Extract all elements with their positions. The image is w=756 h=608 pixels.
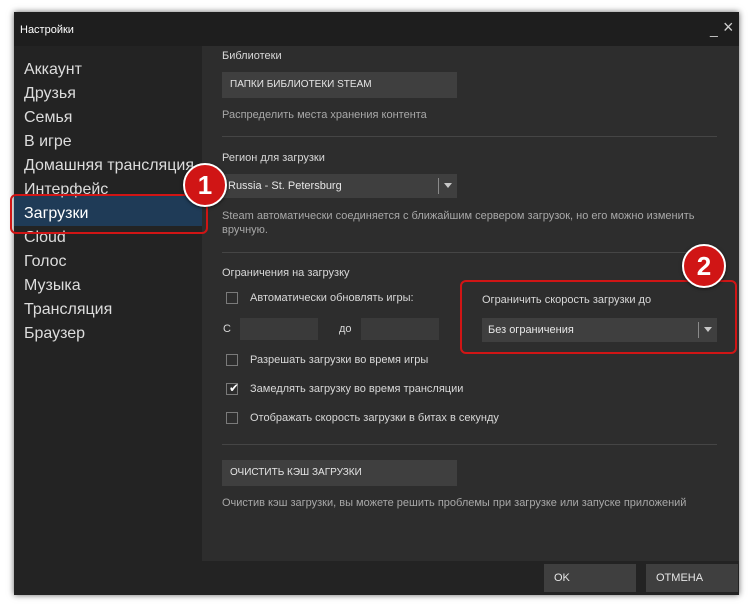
throttle-streaming-checkbox[interactable]: ✔ xyxy=(226,381,240,395)
divider xyxy=(222,136,717,137)
annotation-badge-2: 2 xyxy=(682,244,726,288)
sidebar-item-home-streaming[interactable]: Домашняя трансляция xyxy=(24,156,194,176)
minimize-button[interactable]: _ xyxy=(710,20,718,38)
sidebar: Аккаунт Друзья Семья В игре Домашняя тра… xyxy=(14,46,204,595)
region-description-line2: вручную. xyxy=(222,224,268,236)
annotation-highlight-speed-limit xyxy=(460,280,737,354)
to-label: до xyxy=(339,323,352,335)
auto-update-checkbox[interactable] xyxy=(226,292,238,304)
throttle-streaming-label: Замедлять загрузку во время трансляции xyxy=(250,383,464,395)
close-button[interactable]: × xyxy=(723,18,734,36)
allow-during-game-checkbox[interactable] xyxy=(226,354,238,366)
allow-during-game-label: Разрешать загрузки во время игры xyxy=(250,354,429,366)
download-region-value: Russia - St. Petersburg xyxy=(228,180,342,192)
title-bar: Настройки _ × xyxy=(14,12,739,46)
sidebar-item-music[interactable]: Музыка xyxy=(24,276,81,296)
show-bits-label: Отображать скорость загрузки в битах в с… xyxy=(250,412,499,424)
cache-description: Очистив кэш загрузки, вы можете решить п… xyxy=(222,497,687,509)
libraries-description: Распределить места хранения контента xyxy=(222,109,427,121)
steam-library-folders-button[interactable]: ПАПКИ БИБЛИОТЕКИ STEAM xyxy=(222,72,457,98)
sidebar-item-voice[interactable]: Голос xyxy=(24,252,67,272)
download-region-select[interactable]: Russia - St. Petersburg xyxy=(222,174,457,198)
select-divider xyxy=(438,178,439,194)
sidebar-item-account[interactable]: Аккаунт xyxy=(24,60,82,80)
region-description-line1: Steam автоматически соединяется с ближай… xyxy=(222,210,695,222)
show-bits-checkbox[interactable] xyxy=(226,412,238,424)
chevron-down-icon xyxy=(444,183,452,188)
download-region-heading: Регион для загрузки xyxy=(222,152,325,164)
sidebar-item-broadcasting[interactable]: Трансляция xyxy=(24,300,112,320)
sidebar-item-browser[interactable]: Браузер xyxy=(24,324,85,344)
libraries-heading: Библиотеки xyxy=(222,50,282,62)
cancel-button[interactable]: ОТМЕНА xyxy=(646,564,738,592)
sidebar-item-family[interactable]: Семья xyxy=(24,108,72,128)
divider xyxy=(222,444,717,445)
clear-download-cache-button[interactable]: ОЧИСТИТЬ КЭШ ЗАГРУЗКИ xyxy=(222,460,457,486)
ok-button[interactable]: OK xyxy=(544,564,636,592)
from-label: С xyxy=(223,323,231,335)
checkmark-icon: ✔ xyxy=(229,381,240,395)
sidebar-item-in-game[interactable]: В игре xyxy=(24,132,72,152)
window-title: Настройки xyxy=(20,24,74,36)
to-time-input[interactable] xyxy=(361,318,439,340)
annotation-highlight-downloads xyxy=(10,194,208,234)
from-time-input[interactable] xyxy=(240,318,318,340)
sidebar-item-friends[interactable]: Друзья xyxy=(24,84,76,104)
download-restrictions-heading: Ограничения на загрузку xyxy=(222,267,350,279)
annotation-badge-1: 1 xyxy=(183,163,227,207)
divider xyxy=(222,252,717,253)
auto-update-label: Автоматически обновлять игры: xyxy=(250,292,414,304)
